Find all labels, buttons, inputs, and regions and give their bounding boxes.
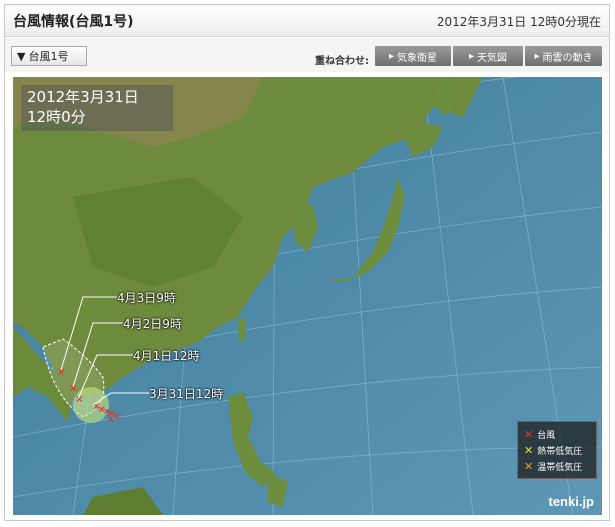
panel-header: 台風情報(台風1号) 2012年3月31日 12時0分現在 — [5, 5, 609, 37]
storm-selector[interactable]: ▼ 台風1号 — [11, 46, 87, 66]
overlay-satellite-label: 気象衛星 — [397, 52, 438, 64]
track-label: 3月31日12時 — [149, 387, 224, 401]
arrow-right-icon: ▸ — [388, 50, 395, 62]
track-label: 4月2日9時 — [123, 317, 182, 331]
arrow-right-icon: ▸ — [534, 50, 540, 62]
svg-text:×: × — [107, 415, 115, 425]
page-title: 台風情報(台風1号) — [13, 14, 134, 30]
typhoon-map[interactable]: × × × × × × × × × 2012年3月31日 12時0分 4月3日9時 4月2日… — [13, 77, 602, 515]
tenki-logo: tenki.jp — [548, 494, 594, 509]
overlay-rain-radar-label: 雨雲の動き — [542, 52, 593, 64]
extratropical-cyclone-x-icon: ✕ — [524, 459, 534, 473]
legend-label: 熱帯低気圧 — [537, 446, 583, 457]
storm-selector-label: 台風1号 — [28, 50, 69, 63]
arrow-right-icon: ▸ — [468, 50, 475, 62]
map-time: 12時0分 — [27, 108, 86, 126]
legend-label: 温帯低気圧 — [537, 462, 583, 473]
map-datetime: 2012年3月31日 12時0分 — [21, 85, 173, 131]
overlay-weather-map-button[interactable]: ▸ 天気図 — [453, 46, 523, 66]
typhoon-info-panel: 台風情報(台風1号) 2012年3月31日 12時0分現在 ▼ 台風1号 重ね合… — [4, 4, 610, 521]
triangle-down-icon: ▼ — [17, 49, 26, 63]
overlay-label: 重ね合わせ: — [315, 56, 369, 67]
track-label: 4月1日12時 — [133, 349, 200, 363]
track-label: 4月3日9時 — [117, 291, 176, 305]
overlay-weather-map-label: 天気図 — [477, 52, 508, 64]
legend-label: 台風 — [537, 430, 556, 441]
current-timestamp: 2012年3月31日 12時0分現在 — [436, 15, 601, 29]
typhoon-x-icon: ✕ — [524, 427, 534, 441]
overlay-satellite-button[interactable]: ▸ 気象衛星 — [375, 46, 451, 66]
legend-item-tropical-depression: ✕ 熱帯低気圧 — [524, 442, 590, 458]
map-canvas: ××× ××× ××× — [13, 77, 602, 515]
map-toolbar: ▼ 台風1号 重ね合わせ: ▸ 気象衛星 ▸ 天気図 ▸ 雨雲の動き — [5, 38, 609, 72]
map-legend: ✕ 台風 ✕ 熱帯低気圧 ✕ 温帯低気圧 — [517, 421, 597, 479]
tropical-depression-x-icon: ✕ — [524, 443, 534, 457]
overlay-rain-radar-button[interactable]: ▸ 雨雲の動き — [525, 46, 602, 66]
legend-item-extratropical-cyclone: ✕ 温帯低気圧 — [524, 458, 590, 474]
map-date: 2012年3月31日 — [27, 88, 139, 106]
svg-text:×: × — [69, 383, 77, 394]
legend-item-typhoon: ✕ 台風 — [524, 426, 590, 442]
